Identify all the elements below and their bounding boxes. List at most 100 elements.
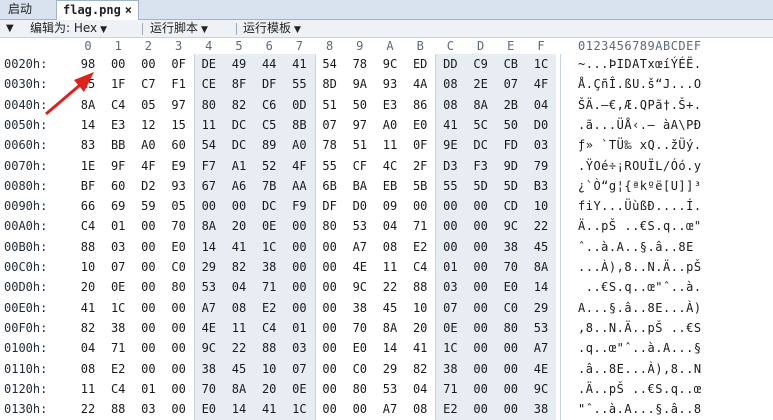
hex-byte[interactable]: 1E bbox=[73, 156, 103, 176]
hex-byte[interactable]: 0D bbox=[284, 95, 314, 115]
hex-byte[interactable]: 01 bbox=[435, 257, 465, 277]
hex-byte[interactable]: E0 bbox=[405, 115, 435, 135]
hex-byte[interactable]: 71 bbox=[405, 216, 435, 236]
hex-byte[interactable]: 79 bbox=[526, 156, 556, 176]
hex-byte[interactable]: 8A bbox=[73, 95, 103, 115]
hex-byte[interactable]: 89 bbox=[254, 135, 284, 155]
ascii-text[interactable]: "ˆ..à.A...§.â..8 bbox=[578, 399, 702, 419]
hex-byte[interactable]: 53 bbox=[375, 379, 405, 399]
hex-byte[interactable]: 9A bbox=[345, 74, 375, 94]
hex-byte[interactable]: 00 bbox=[345, 399, 375, 419]
hex-byte[interactable]: D0 bbox=[526, 115, 556, 135]
hex-byte[interactable]: 01 bbox=[284, 318, 314, 338]
hex-byte[interactable]: C6 bbox=[254, 95, 284, 115]
ascii-text[interactable]: ƒ» `TÜ‰ xQ..žÜý. bbox=[578, 135, 702, 155]
hex-byte[interactable]: C4 bbox=[73, 216, 103, 236]
hex-byte[interactable]: 10 bbox=[254, 359, 284, 379]
ascii-text[interactable]: ¿`Ò“g¦{ªkºë[U]]³ bbox=[578, 176, 702, 196]
hex-byte[interactable]: 2E bbox=[466, 74, 496, 94]
collapse-icon[interactable]: ▼ bbox=[6, 20, 14, 37]
hex-byte[interactable]: 0F bbox=[405, 135, 435, 155]
hex-byte[interactable]: 70 bbox=[164, 216, 194, 236]
hex-byte[interactable]: 00 bbox=[435, 196, 465, 216]
hex-byte[interactable]: 00 bbox=[164, 399, 194, 419]
hex-byte[interactable]: 45 bbox=[526, 237, 556, 257]
hex-byte[interactable]: A6 bbox=[224, 176, 254, 196]
hex-byte[interactable]: C7 bbox=[133, 74, 163, 94]
hex-byte[interactable]: 00 bbox=[496, 379, 526, 399]
ascii-text[interactable]: Ä..pŠ ..€S.q..œ" bbox=[578, 216, 702, 236]
hex-byte[interactable]: 9C bbox=[194, 338, 224, 358]
hex-byte[interactable]: 6B bbox=[315, 176, 345, 196]
hex-byte[interactable]: 04 bbox=[526, 95, 556, 115]
hex-byte[interactable]: 12 bbox=[133, 115, 163, 135]
hex-byte[interactable]: 41 bbox=[224, 237, 254, 257]
hex-byte[interactable]: 08 bbox=[375, 237, 405, 257]
hex-byte[interactable]: 00 bbox=[315, 257, 345, 277]
hex-byte[interactable]: D0 bbox=[345, 196, 375, 216]
hex-byte[interactable]: C5 bbox=[254, 115, 284, 135]
hex-byte[interactable]: 00 bbox=[133, 318, 163, 338]
hex-byte[interactable]: 00 bbox=[496, 338, 526, 358]
hex-byte[interactable]: C4 bbox=[405, 257, 435, 277]
hex-byte[interactable]: 1F bbox=[103, 74, 133, 94]
ascii-text[interactable]: ‚8..N.Ä..pŠ ..€S bbox=[578, 318, 702, 338]
hex-byte[interactable]: A0 bbox=[375, 115, 405, 135]
hex-byte[interactable]: B3 bbox=[526, 176, 556, 196]
tab-flag-png[interactable]: flag.png × bbox=[56, 0, 140, 20]
hex-byte[interactable]: 1C bbox=[254, 237, 284, 257]
hex-byte[interactable]: 00 bbox=[133, 216, 163, 236]
hex-byte[interactable]: DC bbox=[466, 135, 496, 155]
hex-byte[interactable]: 70 bbox=[345, 318, 375, 338]
hex-byte[interactable]: 71 bbox=[103, 338, 133, 358]
hex-byte[interactable]: E3 bbox=[103, 115, 133, 135]
hex-byte[interactable]: 00 bbox=[315, 379, 345, 399]
hex-byte[interactable]: 00 bbox=[466, 237, 496, 257]
hex-byte[interactable]: 00 bbox=[466, 298, 496, 318]
hex-byte[interactable]: 38 bbox=[103, 318, 133, 338]
hex-byte[interactable]: 00 bbox=[133, 54, 163, 74]
hex-byte[interactable]: BB bbox=[103, 135, 133, 155]
ascii-text[interactable]: .ã...ÜÅ‹.— àA\PÐ bbox=[578, 115, 702, 135]
hex-byte[interactable]: 01 bbox=[133, 379, 163, 399]
hex-byte[interactable]: 8A bbox=[375, 318, 405, 338]
hex-byte[interactable]: 53 bbox=[345, 216, 375, 236]
hex-byte[interactable]: DD bbox=[435, 54, 465, 74]
ascii-text[interactable]: ~...ÞIDATxœíÝÉË. bbox=[578, 54, 702, 74]
hex-byte[interactable]: E3 bbox=[375, 95, 405, 115]
hex-byte[interactable]: A7 bbox=[345, 237, 375, 257]
hex-byte[interactable]: 98 bbox=[73, 54, 103, 74]
hex-byte[interactable]: E0 bbox=[345, 338, 375, 358]
hex-byte[interactable]: 00 bbox=[315, 399, 345, 419]
hex-byte[interactable]: 8A bbox=[466, 95, 496, 115]
close-icon[interactable]: × bbox=[125, 3, 132, 17]
hex-byte[interactable]: 11 bbox=[375, 257, 405, 277]
ascii-text[interactable]: ˆ..à.A..§.â..8E bbox=[578, 237, 694, 257]
hex-byte[interactable]: 97 bbox=[164, 95, 194, 115]
hex-byte[interactable]: 78 bbox=[315, 135, 345, 155]
hex-byte[interactable]: 45 bbox=[375, 298, 405, 318]
hex-byte[interactable]: 22 bbox=[526, 216, 556, 236]
hex-byte[interactable]: 11 bbox=[224, 318, 254, 338]
hex-byte[interactable]: 22 bbox=[224, 338, 254, 358]
hex-byte[interactable]: 38 bbox=[496, 237, 526, 257]
hex-byte[interactable]: 29 bbox=[375, 359, 405, 379]
hex-byte[interactable]: 00 bbox=[284, 257, 314, 277]
hex-byte[interactable]: 5D bbox=[466, 176, 496, 196]
hex-byte[interactable]: 14 bbox=[224, 399, 254, 419]
hex-byte[interactable]: 80 bbox=[496, 318, 526, 338]
hex-byte[interactable]: 41 bbox=[284, 54, 314, 74]
hex-byte[interactable]: 00 bbox=[466, 257, 496, 277]
hex-byte[interactable]: 03 bbox=[284, 338, 314, 358]
hex-byte[interactable]: 00 bbox=[284, 298, 314, 318]
hex-byte[interactable]: 49 bbox=[224, 54, 254, 74]
hex-byte[interactable]: 4F bbox=[133, 156, 163, 176]
hex-byte[interactable]: 14 bbox=[73, 115, 103, 135]
hex-byte[interactable]: 00 bbox=[133, 277, 163, 297]
hex-byte[interactable]: C9 bbox=[466, 54, 496, 74]
hex-byte[interactable]: 5C bbox=[466, 115, 496, 135]
hex-byte[interactable]: 07 bbox=[103, 257, 133, 277]
run-template-dropdown[interactable]: 运行模板 ▼ bbox=[243, 20, 301, 39]
hex-byte[interactable]: DC bbox=[224, 135, 254, 155]
hex-byte[interactable]: 04 bbox=[375, 216, 405, 236]
